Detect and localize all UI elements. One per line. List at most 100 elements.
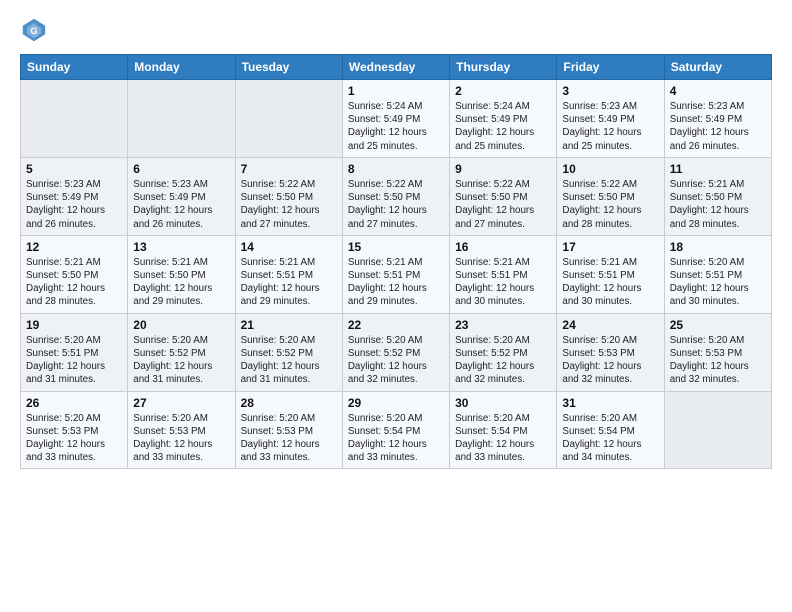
day-number: 31 xyxy=(562,396,658,410)
day-info: Sunrise: 5:22 AM Sunset: 5:50 PM Dayligh… xyxy=(455,178,551,231)
day-info: Sunrise: 5:23 AM Sunset: 5:49 PM Dayligh… xyxy=(670,100,766,153)
day-number: 6 xyxy=(133,162,229,176)
col-header-saturday: Saturday xyxy=(664,55,771,80)
day-cell: 14 Sunrise: 5:21 AM Sunset: 5:51 PM Dayli… xyxy=(235,235,342,313)
day-number: 29 xyxy=(348,396,444,410)
day-number: 10 xyxy=(562,162,658,176)
day-number: 21 xyxy=(241,318,337,332)
day-cell: 17Sunrise: 5:21 AM Sunset: 5:51 PM Dayli… xyxy=(557,235,664,313)
day-cell: 4 Sunrise: 5:23 AM Sunset: 5:49 PM Daylig… xyxy=(664,80,771,158)
day-cell: 22Sunrise: 5:20 AM Sunset: 5:52 PM Dayli… xyxy=(342,313,449,391)
calendar-table: SundayMondayTuesdayWednesdayThursdayFrid… xyxy=(20,54,772,469)
day-number: 26 xyxy=(26,396,122,410)
day-cell: 19Sunrise: 5:20 AM Sunset: 5:51 PM Dayli… xyxy=(21,313,128,391)
col-header-friday: Friday xyxy=(557,55,664,80)
day-info: Sunrise: 5:20 AM Sunset: 5:53 PM Dayligh… xyxy=(241,412,337,465)
day-cell: 6 Sunrise: 5:23 AM Sunset: 5:49 PM Daylig… xyxy=(128,157,235,235)
day-info: Sunrise: 5:24 AM Sunset: 5:49 PM Dayligh… xyxy=(455,100,551,153)
page: G SundayMondayTuesdayWednesdayThursdayFr… xyxy=(0,0,792,485)
day-info: Sunrise: 5:23 AM Sunset: 5:49 PM Dayligh… xyxy=(133,178,229,231)
week-row-4: 19Sunrise: 5:20 AM Sunset: 5:51 PM Dayli… xyxy=(21,313,772,391)
day-number: 14 xyxy=(241,240,337,254)
day-cell xyxy=(21,80,128,158)
day-info: Sunrise: 5:20 AM Sunset: 5:54 PM Dayligh… xyxy=(455,412,551,465)
day-cell: 23 Sunrise: 5:20 AM Sunset: 5:52 PM Dayli… xyxy=(450,313,557,391)
day-info: Sunrise: 5:20 AM Sunset: 5:54 PM Dayligh… xyxy=(348,412,444,465)
col-header-monday: Monday xyxy=(128,55,235,80)
day-cell: 16Sunrise: 5:21 AM Sunset: 5:51 PM Dayli… xyxy=(450,235,557,313)
day-number: 13 xyxy=(133,240,229,254)
header: G xyxy=(20,16,772,44)
day-cell: 1 Sunrise: 5:24 AM Sunset: 5:49 PM Daylig… xyxy=(342,80,449,158)
day-cell: 9 Sunrise: 5:22 AM Sunset: 5:50 PM Daylig… xyxy=(450,157,557,235)
week-row-1: 1 Sunrise: 5:24 AM Sunset: 5:49 PM Daylig… xyxy=(21,80,772,158)
col-header-thursday: Thursday xyxy=(450,55,557,80)
day-number: 9 xyxy=(455,162,551,176)
day-number: 18 xyxy=(670,240,766,254)
day-info: Sunrise: 5:21 AM Sunset: 5:50 PM Dayligh… xyxy=(670,178,766,231)
day-cell: 18 Sunrise: 5:20 AM Sunset: 5:51 PM Dayli… xyxy=(664,235,771,313)
day-cell xyxy=(235,80,342,158)
day-number: 20 xyxy=(133,318,229,332)
day-number: 25 xyxy=(670,318,766,332)
col-header-tuesday: Tuesday xyxy=(235,55,342,80)
day-info: Sunrise: 5:21 AM Sunset: 5:50 PM Dayligh… xyxy=(133,256,229,309)
day-info: Sunrise: 5:23 AM Sunset: 5:49 PM Dayligh… xyxy=(562,100,658,153)
col-header-wednesday: Wednesday xyxy=(342,55,449,80)
day-info: Sunrise: 5:21 AM Sunset: 5:50 PM Dayligh… xyxy=(26,256,122,309)
day-number: 15 xyxy=(348,240,444,254)
day-cell: 21 Sunrise: 5:20 AM Sunset: 5:52 PM Dayli… xyxy=(235,313,342,391)
week-row-3: 12 Sunrise: 5:21 AM Sunset: 5:50 PM Dayli… xyxy=(21,235,772,313)
day-cell: 2 Sunrise: 5:24 AM Sunset: 5:49 PM Daylig… xyxy=(450,80,557,158)
day-cell: 8 Sunrise: 5:22 AM Sunset: 5:50 PM Daylig… xyxy=(342,157,449,235)
day-cell: 11Sunrise: 5:21 AM Sunset: 5:50 PM Dayli… xyxy=(664,157,771,235)
day-number: 16 xyxy=(455,240,551,254)
day-number: 27 xyxy=(133,396,229,410)
day-number: 17 xyxy=(562,240,658,254)
day-info: Sunrise: 5:22 AM Sunset: 5:50 PM Dayligh… xyxy=(348,178,444,231)
day-cell: 24 Sunrise: 5:20 AM Sunset: 5:53 PM Dayli… xyxy=(557,313,664,391)
day-number: 1 xyxy=(348,84,444,98)
day-cell: 30Sunrise: 5:20 AM Sunset: 5:54 PM Dayli… xyxy=(450,391,557,469)
day-number: 23 xyxy=(455,318,551,332)
day-cell: 29 Sunrise: 5:20 AM Sunset: 5:54 PM Dayli… xyxy=(342,391,449,469)
day-number: 8 xyxy=(348,162,444,176)
day-info: Sunrise: 5:20 AM Sunset: 5:51 PM Dayligh… xyxy=(26,334,122,387)
day-number: 2 xyxy=(455,84,551,98)
day-info: Sunrise: 5:24 AM Sunset: 5:49 PM Dayligh… xyxy=(348,100,444,153)
day-info: Sunrise: 5:20 AM Sunset: 5:53 PM Dayligh… xyxy=(133,412,229,465)
day-cell: 27 Sunrise: 5:20 AM Sunset: 5:53 PM Dayli… xyxy=(128,391,235,469)
day-info: Sunrise: 5:20 AM Sunset: 5:54 PM Dayligh… xyxy=(562,412,658,465)
day-info: Sunrise: 5:20 AM Sunset: 5:52 PM Dayligh… xyxy=(241,334,337,387)
day-info: Sunrise: 5:20 AM Sunset: 5:51 PM Dayligh… xyxy=(670,256,766,309)
day-cell: 26Sunrise: 5:20 AM Sunset: 5:53 PM Dayli… xyxy=(21,391,128,469)
day-number: 4 xyxy=(670,84,766,98)
week-row-5: 26 Sunrise: 5:20 AM Sunset: 5:53 PM Dayli… xyxy=(21,391,772,469)
day-cell: 28 Sunrise: 5:20 AM Sunset: 5:53 PM Dayli… xyxy=(235,391,342,469)
day-number: 3 xyxy=(562,84,658,98)
col-header-sunday: Sunday xyxy=(21,55,128,80)
day-cell: 20Sunrise: 5:20 AM Sunset: 5:52 PM Dayli… xyxy=(128,313,235,391)
day-cell: 7 Sunrise: 5:22 AM Sunset: 5:50 PM Daylig… xyxy=(235,157,342,235)
svg-text:G: G xyxy=(30,26,37,36)
day-info: Sunrise: 5:20 AM Sunset: 5:52 PM Dayligh… xyxy=(455,334,551,387)
day-cell: 3 Sunrise: 5:23 AM Sunset: 5:49 PM Daylig… xyxy=(557,80,664,158)
day-cell xyxy=(664,391,771,469)
day-info: Sunrise: 5:20 AM Sunset: 5:53 PM Dayligh… xyxy=(562,334,658,387)
day-number: 28 xyxy=(241,396,337,410)
day-info: Sunrise: 5:20 AM Sunset: 5:53 PM Dayligh… xyxy=(670,334,766,387)
day-number: 22 xyxy=(348,318,444,332)
logo: G xyxy=(20,16,52,44)
day-info: Sunrise: 5:22 AM Sunset: 5:50 PM Dayligh… xyxy=(241,178,337,231)
day-cell: 10Sunrise: 5:22 AM Sunset: 5:50 PM Dayli… xyxy=(557,157,664,235)
day-number: 5 xyxy=(26,162,122,176)
day-number: 12 xyxy=(26,240,122,254)
day-number: 24 xyxy=(562,318,658,332)
logo-icon: G xyxy=(20,16,48,44)
day-number: 7 xyxy=(241,162,337,176)
day-info: Sunrise: 5:21 AM Sunset: 5:51 PM Dayligh… xyxy=(348,256,444,309)
week-row-2: 5 Sunrise: 5:23 AM Sunset: 5:49 PM Daylig… xyxy=(21,157,772,235)
day-cell: 15 Sunrise: 5:21 AM Sunset: 5:51 PM Dayli… xyxy=(342,235,449,313)
day-cell: 12 Sunrise: 5:21 AM Sunset: 5:50 PM Dayli… xyxy=(21,235,128,313)
day-info: Sunrise: 5:21 AM Sunset: 5:51 PM Dayligh… xyxy=(241,256,337,309)
